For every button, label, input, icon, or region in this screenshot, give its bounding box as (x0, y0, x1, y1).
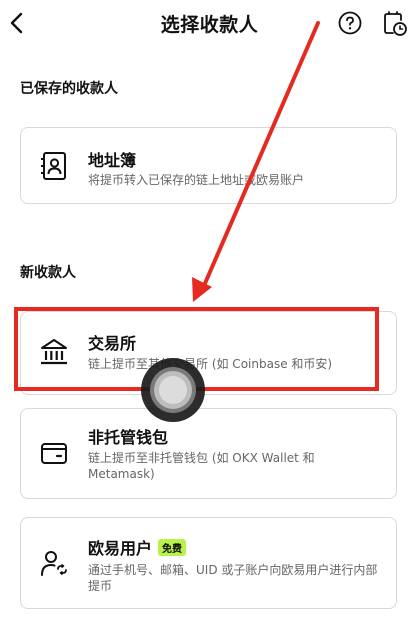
okx-user-title-text: 欧易用户 (88, 539, 153, 558)
okx-user-title: 欧易用户 免费 (88, 535, 187, 559)
okx-user-description: 通过手机号、邮箱、UID 或子账户向欧易用户进行内部提币 (88, 563, 378, 593)
address-book-title: 地址簿 (88, 151, 137, 170)
question-circle-icon[interactable] (338, 11, 362, 35)
bank-building-icon (41, 339, 67, 365)
address-book-description: 将提币转入已保存的链上地址或欧易账户 (88, 173, 305, 187)
free-badge: 免费 (158, 539, 187, 556)
contact-book-icon (41, 152, 66, 180)
history-clock-icon[interactable] (382, 11, 408, 37)
new-recipient-heading: 新收款人 (20, 265, 76, 281)
exchange-card[interactable]: 交易所 链上提币至其他交易所 (如 Coinbase 和币安) (20, 311, 397, 395)
wallet-description: 链上提币至非托管钱包 (如 OKX Wallet 和 Metamask) (88, 451, 315, 481)
wallet-title: 非托管钱包 (88, 428, 169, 447)
exchange-title: 交易所 (88, 334, 137, 353)
saved-recipients-heading: 已保存的收款人 (20, 81, 118, 97)
exchange-description: 链上提币至其他交易所 (如 Coinbase 和币安) (88, 357, 333, 371)
okx-user-card[interactable]: 欧易用户 免费 通过手机号、邮箱、UID 或子账户向欧易用户进行内部提币 (20, 517, 397, 609)
top-bar: 选择收款人 (0, 0, 419, 46)
address-book-card[interactable]: 地址簿 将提币转入已保存的链上地址或欧易账户 (20, 127, 397, 204)
non-custodial-wallet-card[interactable]: 非托管钱包 链上提币至非托管钱包 (如 OKX Wallet 和 Metamas… (20, 408, 397, 499)
user-swap-icon (41, 551, 67, 576)
wallet-icon (41, 443, 67, 464)
